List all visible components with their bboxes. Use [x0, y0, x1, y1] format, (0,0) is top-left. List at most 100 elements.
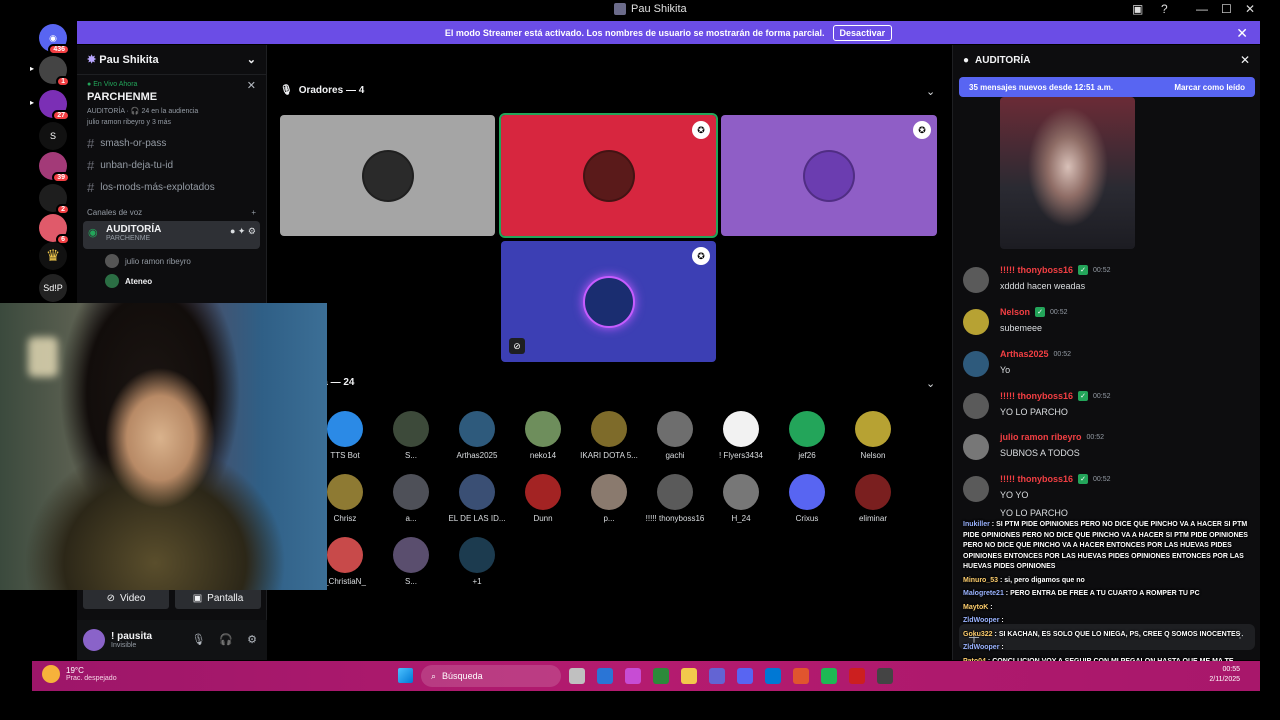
- message-author[interactable]: Arthas2025: [1000, 349, 1049, 359]
- chevron-down-icon[interactable]: ⌄: [926, 85, 935, 98]
- channel-item[interactable]: # los-mods-más-explotados: [77, 176, 266, 198]
- avatar[interactable]: [83, 629, 105, 651]
- audience-member[interactable]: H_24: [709, 474, 773, 523]
- voice-category[interactable]: Canales de voz +: [77, 198, 266, 219]
- server-header[interactable]: ✸ Pau Shikita ⌄: [77, 45, 266, 75]
- channel-actions-icon[interactable]: ● ✦ ⚙: [230, 226, 256, 237]
- chat-message[interactable]: julio ramon ribeyro 00:52 SUBNOS A TODOS: [963, 432, 1253, 460]
- taskbar-app-icon[interactable]: [625, 668, 641, 684]
- voice-channel-auditoria[interactable]: ◉ AUDITORÍA PARCHENME ● ✦ ⚙: [83, 221, 260, 249]
- taskbar-app-icon[interactable]: [709, 668, 725, 684]
- taskbar-app-icon[interactable]: [569, 668, 585, 684]
- server-icon[interactable]: 2: [39, 184, 70, 215]
- taskbar-app-icon[interactable]: [765, 668, 781, 684]
- audience-member[interactable]: EL DE LAS ID...: [445, 474, 509, 523]
- speaker-tile[interactable]: [280, 115, 495, 236]
- chevron-down-icon[interactable]: ⌄: [926, 377, 935, 390]
- mark-read-button[interactable]: Marcar como leído: [1174, 83, 1245, 92]
- audience-member[interactable]: jef26: [775, 411, 839, 460]
- server-icon[interactable]: 6: [39, 214, 70, 245]
- audience-member[interactable]: IKARI DOTA 5...: [577, 411, 641, 460]
- audience-member[interactable]: S...: [379, 411, 443, 460]
- audience-member[interactable]: Crixus: [775, 474, 839, 523]
- user-info[interactable]: ! pausita Invisible: [105, 631, 152, 649]
- live-stage-name: PARCHENME: [87, 91, 158, 103]
- deactivate-button[interactable]: Desactivar: [832, 24, 893, 41]
- overlay-user: ZldWooper: [963, 617, 1000, 624]
- minimize-button[interactable]: —: [1196, 2, 1208, 16]
- screen-share-button[interactable]: ▣ Pantalla: [175, 587, 261, 609]
- taskbar-app-icon[interactable]: [821, 668, 837, 684]
- weather-widget[interactable]: 19°C Prac. despejado: [42, 665, 117, 683]
- speaker-tile[interactable]: ✪: [499, 113, 718, 238]
- voice-user[interactable]: Ateneo: [77, 271, 266, 291]
- maximize-button[interactable]: ☐: [1221, 2, 1232, 16]
- server-icon[interactable]: Sd!P: [39, 274, 67, 302]
- avatar[interactable]: [963, 309, 989, 335]
- new-messages-bar[interactable]: 35 mensajes nuevos desde 12:51 a.m. Marc…: [959, 77, 1255, 97]
- chat-message[interactable]: !!!!! thonyboss16 ✓ 00:52 YO LO PARCHO: [963, 391, 1253, 419]
- audience-member[interactable]: Dunn: [511, 474, 575, 523]
- audience-member[interactable]: p...: [577, 474, 641, 523]
- crown-icon[interactable]: ♛: [39, 242, 67, 270]
- audience-member[interactable]: +1: [445, 537, 509, 586]
- message-author[interactable]: !!!!! thonyboss16: [1000, 474, 1073, 484]
- chat-message[interactable]: !!!!! thonyboss16 ✓ 00:52 YO YO YO LO PARCHO: [963, 474, 1253, 520]
- speaker-tile[interactable]: ✪: [721, 115, 937, 236]
- taskbar-app-icon[interactable]: [793, 668, 809, 684]
- audience-member[interactable]: gachi: [643, 411, 707, 460]
- taskbar-search-label: Búsqueda: [442, 671, 483, 681]
- server-icon[interactable]: S: [39, 122, 67, 150]
- avatar[interactable]: [963, 476, 989, 502]
- dm-home-button[interactable]: ◉ 436: [39, 24, 70, 55]
- windows-start-icon[interactable]: [398, 668, 413, 683]
- headphones-icon[interactable]: 🎧: [219, 633, 233, 646]
- plus-icon[interactable]: +: [251, 208, 256, 217]
- taskbar-app-icon[interactable]: [681, 668, 697, 684]
- taskbar-app-icon[interactable]: [653, 668, 669, 684]
- taskbar-app-icon[interactable]: [737, 668, 753, 684]
- taskbar-app-icon[interactable]: [877, 668, 893, 684]
- channel-item[interactable]: # unban-deja-tu-id: [77, 154, 266, 176]
- audience-member[interactable]: a...: [379, 474, 443, 523]
- server-icon[interactable]: 39: [39, 152, 70, 183]
- help-icon[interactable]: ?: [1161, 2, 1168, 16]
- avatar[interactable]: [963, 434, 989, 460]
- server-icon[interactable]: 1: [39, 56, 70, 87]
- audience-member[interactable]: eliminar: [841, 474, 905, 523]
- video-button[interactable]: ⊘ Video: [83, 587, 169, 609]
- avatar[interactable]: [963, 351, 989, 377]
- taskbar-search[interactable]: ⌕ Búsqueda: [421, 665, 561, 687]
- audience-member[interactable]: !!!!! thonyboss16: [643, 474, 707, 523]
- message-author[interactable]: !!!!! thonyboss16: [1000, 265, 1073, 275]
- message-author[interactable]: Nelson: [1000, 307, 1030, 317]
- close-icon[interactable]: ✕: [247, 79, 256, 92]
- live-now-card[interactable]: ● En Vivo Ahora PARCHENME AUDITORÍA · 🎧 …: [77, 75, 266, 132]
- voice-user[interactable]: julio ramon ribeyro: [77, 251, 266, 271]
- microphone-icon[interactable]: 🎙: [191, 633, 205, 646]
- audience-member[interactable]: neko14: [511, 411, 575, 460]
- close-icon[interactable]: ✕: [1236, 25, 1248, 42]
- gear-icon[interactable]: ⚙: [247, 633, 257, 646]
- avatar[interactable]: [963, 267, 989, 293]
- message-author[interactable]: !!!!! thonyboss16: [1000, 391, 1073, 401]
- close-window-button[interactable]: ✕: [1245, 2, 1255, 16]
- image-attachment[interactable]: [1000, 97, 1135, 249]
- speaker-tile[interactable]: ✪ ⊘: [501, 241, 716, 362]
- audience-member[interactable]: Arthas2025: [445, 411, 509, 460]
- inbox-icon[interactable]: ▣: [1132, 2, 1143, 16]
- avatar[interactable]: [963, 393, 989, 419]
- message-author[interactable]: julio ramon ribeyro: [1000, 432, 1082, 442]
- taskbar-app-icon[interactable]: [849, 668, 865, 684]
- chat-message[interactable]: Arthas2025 00:52 Yo: [963, 349, 1253, 377]
- server-icon[interactable]: 27: [39, 90, 70, 121]
- chat-message[interactable]: !!!!! thonyboss16 ✓ 00:52 xdddd hacen weada…: [963, 265, 1253, 293]
- taskbar-app-icon[interactable]: [597, 668, 613, 684]
- audience-member[interactable]: S...: [379, 537, 443, 586]
- audience-member[interactable]: ! Flyers3434: [709, 411, 773, 460]
- close-icon[interactable]: ✕: [1240, 53, 1250, 67]
- audience-member[interactable]: Nelson: [841, 411, 905, 460]
- channel-item[interactable]: # smash-or-pass: [77, 132, 266, 154]
- clock[interactable]: 00:55 2/11/2025: [1209, 665, 1240, 685]
- chat-message[interactable]: Nelson ✓ 00:52 subemeee: [963, 307, 1253, 335]
